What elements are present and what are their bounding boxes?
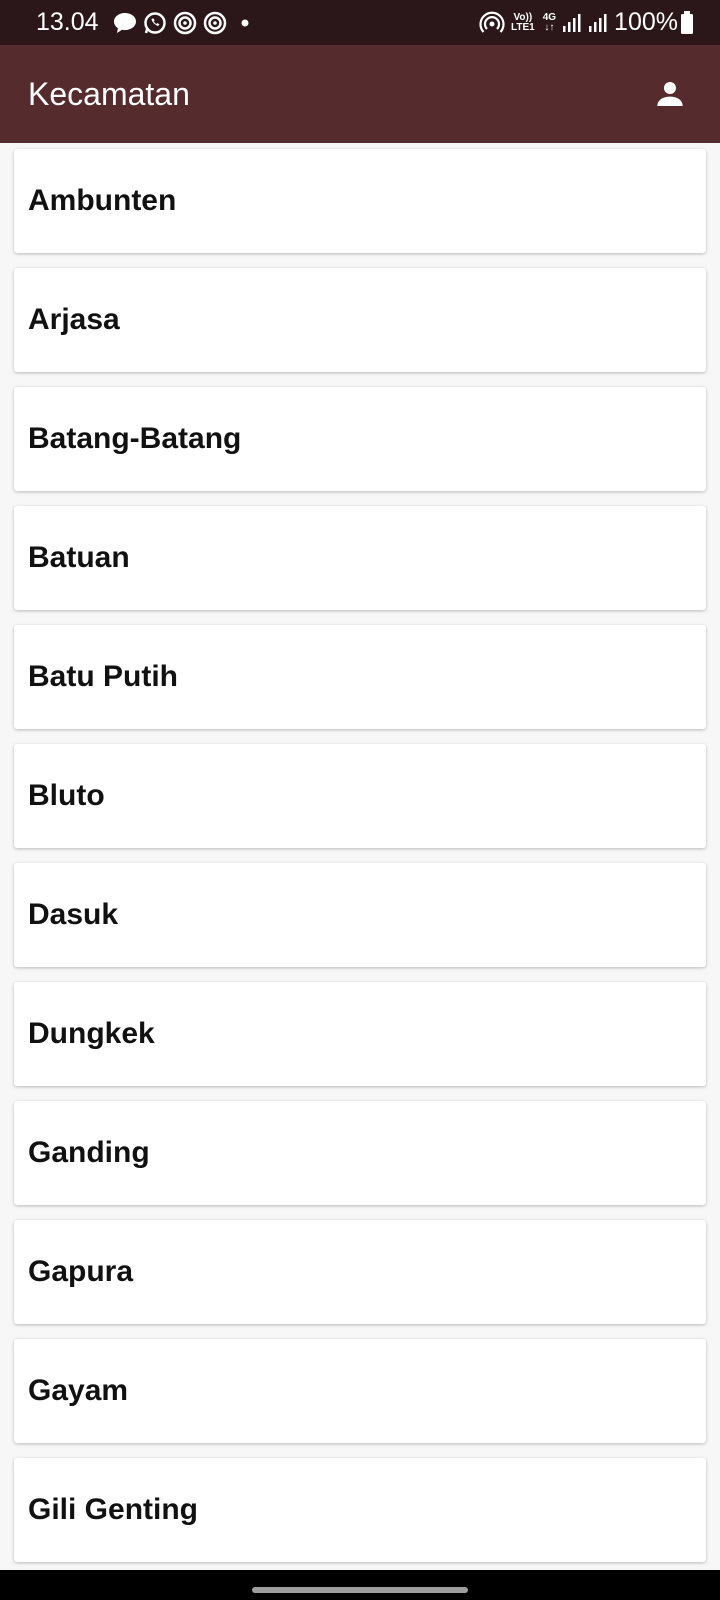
gesture-handle[interactable] — [252, 1587, 468, 1593]
network-type: 4G ↓↑ — [542, 11, 557, 33]
volte-top-text: Vo)) — [513, 11, 533, 23]
account-icon — [657, 82, 683, 106]
status-bar-left: 13.04 — [36, 8, 249, 37]
list-item-label: Dungkek — [28, 1017, 155, 1050]
list-item[interactable]: Arjasa — [14, 268, 706, 372]
list-item[interactable]: Gapura — [14, 1220, 706, 1324]
list-item-label: Ambunten — [28, 184, 177, 217]
target-icon — [203, 11, 227, 35]
list-item[interactable]: Batuan — [14, 506, 706, 610]
data-arrows-icon: ↓↑ — [544, 21, 555, 33]
list-item-label: Gili Genting — [28, 1493, 198, 1526]
account-button[interactable] — [648, 72, 692, 116]
list-item-label: Ganding — [28, 1136, 150, 1169]
volte-bottom-text: LTE1 — [510, 21, 535, 33]
hotspot-icon — [479, 11, 505, 35]
list-item[interactable]: Ambunten — [14, 149, 706, 253]
list-item-label: Batu Putih — [28, 660, 178, 693]
page-title: Kecamatan — [28, 75, 190, 112]
list-item-label: Gayam — [28, 1374, 129, 1407]
app-bar: Kecamatan — [0, 45, 720, 143]
battery-icon — [680, 10, 694, 35]
volte-indicator: Vo)) LTE1 — [510, 11, 535, 33]
list-item-label: Gapura — [28, 1255, 134, 1288]
message-icon — [113, 12, 137, 34]
battery-percent: 100% — [614, 8, 678, 36]
list-item-label: Arjasa — [28, 303, 120, 336]
list-item[interactable]: Batang-Batang — [14, 387, 706, 491]
list-item-label: Bluto — [28, 779, 105, 812]
list-item[interactable]: Gili Genting — [14, 1458, 706, 1562]
list-item[interactable]: Gayam — [14, 1339, 706, 1443]
status-bar: 13.04 Vo)) LTE1 4G ↓↑ 100% — [0, 0, 720, 45]
list-item[interactable]: Bluto — [14, 744, 706, 848]
status-time: 13.04 — [36, 8, 99, 36]
signal-icon — [562, 13, 582, 33]
list-item[interactable]: Batu Putih — [14, 625, 706, 729]
list-item[interactable]: Dungkek — [14, 982, 706, 1086]
list-item-label: Batuan — [28, 541, 130, 574]
list-item[interactable]: Ganding — [14, 1101, 706, 1205]
system-navigation-bar — [0, 1570, 720, 1600]
target-icon — [173, 11, 197, 35]
network-type-text: 4G — [542, 11, 557, 23]
signal-icon — [588, 13, 608, 33]
list-item-label: Batang-Batang — [28, 422, 242, 455]
dot-icon — [241, 19, 249, 27]
whatsapp-icon — [143, 11, 167, 35]
status-bar-right: Vo)) LTE1 4G ↓↑ 100% — [473, 8, 694, 37]
list-item[interactable]: Dasuk — [14, 863, 706, 967]
list-item-label: Dasuk — [28, 898, 119, 931]
kecamatan-list: Ambunten Arjasa Batang-Batang Batuan Bat… — [0, 143, 720, 1570]
